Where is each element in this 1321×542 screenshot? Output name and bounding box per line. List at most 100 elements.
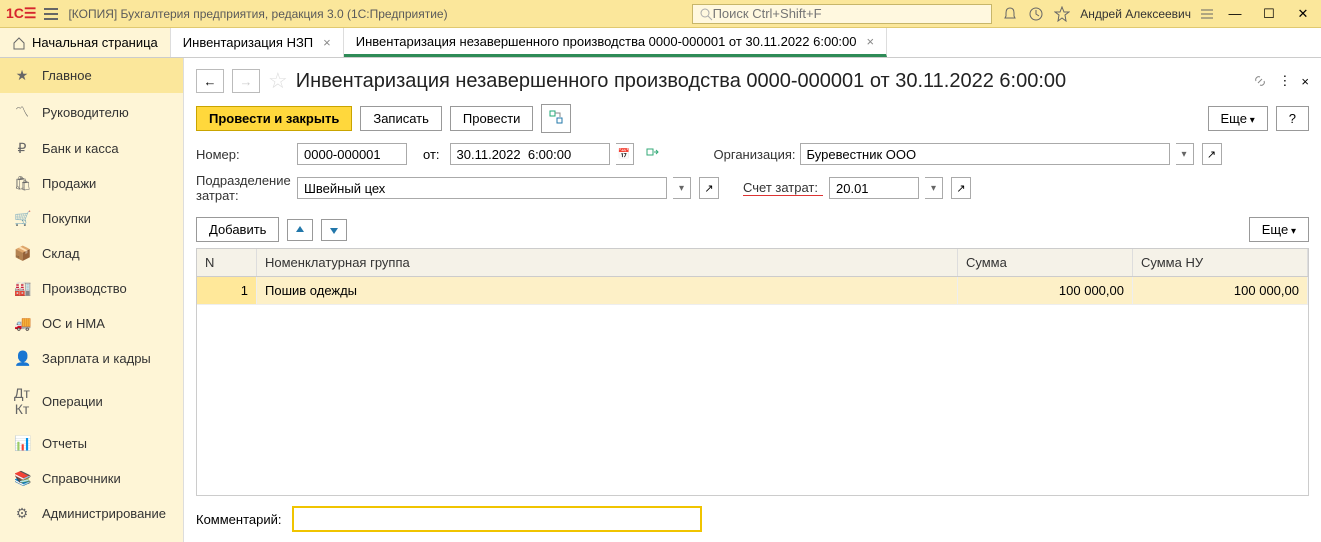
dept-dropdown-icon[interactable]: ▾ bbox=[673, 177, 691, 199]
dept-label: Подразделение затрат: bbox=[196, 173, 291, 203]
close-button[interactable]: ✕ bbox=[1291, 6, 1315, 22]
truck-icon: 🚚 bbox=[14, 315, 30, 332]
number-label: Номер: bbox=[196, 147, 291, 162]
tab-inventory-doc[interactable]: Инвентаризация незавершенного производст… bbox=[344, 28, 887, 57]
box-icon: 📦 bbox=[14, 245, 30, 262]
sidebar-item-label: Склад bbox=[42, 246, 80, 261]
chart-icon: 〽 bbox=[14, 102, 30, 122]
acct-field[interactable] bbox=[829, 177, 919, 199]
calendar-icon[interactable]: 📅 bbox=[616, 143, 634, 165]
tab-inventory-list[interactable]: Инвентаризация НЗП × bbox=[171, 28, 344, 57]
org-open-icon[interactable]: ↗ bbox=[1202, 143, 1222, 165]
date-field[interactable] bbox=[450, 143, 610, 165]
link-icon[interactable] bbox=[1252, 73, 1268, 89]
star-icon: ★ bbox=[14, 67, 30, 84]
move-down-button[interactable] bbox=[321, 219, 347, 241]
acct-open-icon[interactable]: ↗ bbox=[951, 177, 971, 199]
acct-label: Счет затрат: bbox=[743, 180, 823, 196]
forward-button[interactable]: → bbox=[232, 69, 260, 93]
back-button[interactable]: ← bbox=[196, 69, 224, 93]
minimize-button[interactable]: — bbox=[1223, 6, 1247, 21]
th-sum[interactable]: Сумма bbox=[958, 249, 1133, 276]
user-menu-icon[interactable] bbox=[1201, 8, 1213, 20]
factory-icon: 🏭 bbox=[14, 280, 30, 297]
th-sum-nu[interactable]: Сумма НУ bbox=[1133, 249, 1308, 276]
star-icon[interactable] bbox=[1054, 6, 1070, 22]
bag-icon: 🛍 bbox=[14, 175, 30, 192]
sidebar-item-label: Администрирование bbox=[42, 506, 166, 521]
sidebar-item-assets[interactable]: 🚚 ОС и НМА bbox=[0, 306, 183, 341]
user-name[interactable]: Андрей Алексеевич bbox=[1080, 7, 1191, 21]
more-button[interactable]: Еще bbox=[1208, 106, 1268, 131]
sidebar-item-ref[interactable]: 📚Справочники bbox=[0, 461, 183, 496]
tab-home-label: Начальная страница bbox=[32, 35, 158, 50]
kebab-icon[interactable]: ⋮ bbox=[1278, 73, 1291, 89]
move-up-button[interactable] bbox=[287, 219, 313, 241]
number-field[interactable] bbox=[297, 143, 407, 165]
sidebar-item-label: Зарплата и кадры bbox=[42, 351, 151, 366]
sidebar-item-main[interactable]: ★Главное bbox=[0, 58, 183, 93]
sidebar-item-sales[interactable]: 🛍 Продажи bbox=[0, 166, 183, 201]
from-label: от: bbox=[423, 147, 440, 162]
cell-sum: 100 000,00 bbox=[958, 277, 1133, 304]
sidebar-item-reports[interactable]: 📊 Отчеты bbox=[0, 426, 183, 461]
sidebar-item-label: Банк и касса bbox=[42, 141, 119, 156]
maximize-button[interactable]: ☐ bbox=[1257, 6, 1281, 22]
org-label: Организация: bbox=[714, 147, 794, 162]
sidebar-item-label: Отчеты bbox=[42, 436, 87, 451]
comment-label: Комментарий: bbox=[196, 512, 282, 527]
cell-sum-nu: 100 000,00 bbox=[1133, 277, 1308, 304]
table-more-button[interactable]: Еще bbox=[1249, 217, 1309, 242]
close-icon[interactable]: × bbox=[323, 35, 331, 50]
dept-open-icon[interactable]: ↗ bbox=[699, 177, 719, 199]
page-title: Инвентаризация незавершенного производст… bbox=[296, 70, 1066, 93]
th-name[interactable]: Номенклатурная группа bbox=[257, 249, 958, 276]
items-table: N Номенклатурная группа Сумма Сумма НУ 1… bbox=[196, 248, 1309, 496]
sidebar-item-label: Производство bbox=[42, 281, 127, 296]
sidebar-item-label: ОС и НМА bbox=[42, 316, 105, 331]
post-button[interactable]: Провести bbox=[450, 106, 534, 131]
table-row[interactable]: 1 Пошив одежды 100 000,00 100 000,00 bbox=[197, 277, 1308, 305]
bell-icon[interactable] bbox=[1002, 6, 1018, 22]
acct-dropdown-icon[interactable]: ▾ bbox=[925, 177, 943, 199]
sidebar-item-purchases[interactable]: 🛒Покупки bbox=[0, 201, 183, 236]
ledger-icon: Дт Кт bbox=[14, 385, 30, 417]
tab-home[interactable]: Начальная страница bbox=[0, 28, 171, 57]
cell-n: 1 bbox=[197, 277, 257, 304]
cell-name: Пошив одежды bbox=[257, 277, 958, 304]
sidebar-item-bank[interactable]: ₽ Банк и касса bbox=[0, 131, 183, 166]
search-input[interactable] bbox=[692, 4, 992, 24]
tab-label: Инвентаризация НЗП bbox=[183, 35, 313, 50]
th-n[interactable]: N bbox=[197, 249, 257, 276]
bars-icon: 📊 bbox=[14, 435, 30, 452]
tab-label: Инвентаризация незавершенного производст… bbox=[356, 34, 857, 49]
movements-button[interactable] bbox=[541, 104, 571, 133]
sidebar-item-manager[interactable]: 〽 Руководителю bbox=[0, 93, 183, 131]
gear-icon: ⚙ bbox=[14, 505, 30, 522]
org-field[interactable] bbox=[800, 143, 1170, 165]
close-doc-icon[interactable]: × bbox=[1301, 74, 1309, 89]
history-icon[interactable] bbox=[1028, 6, 1044, 22]
close-icon[interactable]: × bbox=[867, 34, 875, 49]
help-button[interactable]: ? bbox=[1276, 106, 1309, 131]
sidebar-item-hr[interactable]: 👤Зарплата и кадры bbox=[0, 341, 183, 376]
record-button[interactable]: Записать bbox=[360, 106, 442, 131]
favorite-star-icon[interactable]: ☆ bbox=[268, 68, 288, 94]
cart-icon: 🛒 bbox=[14, 210, 30, 227]
ruble-icon: ₽ bbox=[14, 140, 30, 157]
sidebar-item-label: Продажи bbox=[42, 176, 96, 191]
sidebar-item-production[interactable]: 🏭 Производство bbox=[0, 271, 183, 306]
sidebar-item-operations[interactable]: Дт КтОперации bbox=[0, 376, 183, 426]
search-icon bbox=[699, 7, 712, 21]
sidebar-item-warehouse[interactable]: 📦 Склад bbox=[0, 236, 183, 271]
comment-field[interactable] bbox=[292, 506, 702, 532]
date-ext-icon[interactable] bbox=[642, 143, 662, 165]
org-dropdown-icon[interactable]: ▾ bbox=[1176, 143, 1194, 165]
sidebar-item-label: Руководителю bbox=[42, 105, 129, 120]
add-button[interactable]: Добавить bbox=[196, 217, 279, 242]
post-and-close-button[interactable]: Провести и закрыть bbox=[196, 106, 352, 131]
sidebar-item-admin[interactable]: ⚙ Администрирование bbox=[0, 496, 183, 531]
menu-icon[interactable] bbox=[44, 8, 58, 20]
dept-field[interactable] bbox=[297, 177, 667, 199]
sidebar-item-label: Справочники bbox=[42, 471, 121, 486]
